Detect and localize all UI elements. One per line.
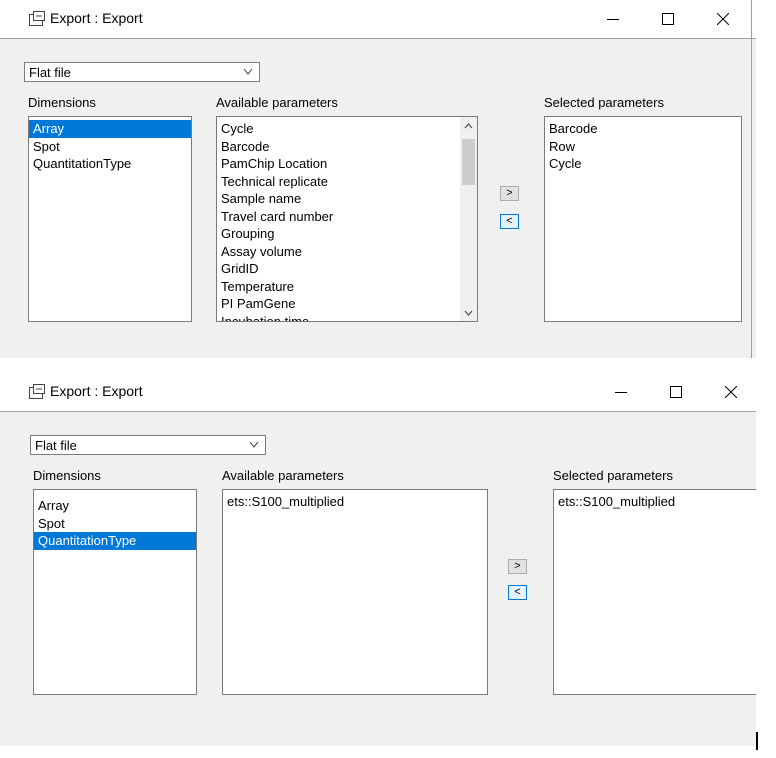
maximize-icon [662,13,674,25]
text-cursor [756,732,758,750]
close-icon [725,386,737,398]
selected-item[interactable]: Barcode [545,120,741,138]
available-item[interactable]: Sample name [217,190,460,208]
format-value: Flat file [29,65,71,80]
selected-item[interactable]: Cycle [545,155,741,173]
available-item[interactable]: GridID [217,260,460,278]
available-item[interactable]: PI PamGene [217,295,460,313]
export-window-icon [29,384,45,399]
chevron-up-icon [464,122,473,128]
available-item[interactable]: Grouping [217,225,460,243]
dimension-item-array[interactable]: Array [29,120,191,138]
minimize-icon [615,392,627,393]
scroll-thumb[interactable] [462,139,475,185]
close-icon [717,13,729,25]
available-items: Cycle Barcode PamChip Location Technical… [217,120,460,322]
chevron-down-icon [464,310,473,316]
dimension-item-quantitationtype[interactable]: QuantitationType [34,532,196,550]
selected-parameters-list[interactable]: Barcode Row Cycle [544,116,742,322]
selected-parameters-label: Selected parameters [544,95,664,110]
close-button[interactable] [698,2,748,36]
selected-item[interactable]: ets::S100_multiplied [554,493,756,511]
add-parameter-button[interactable]: > [500,186,519,201]
dimension-item-spot[interactable]: Spot [34,515,196,533]
available-parameters-list[interactable]: ets::S100_multiplied [222,489,488,695]
window-border [751,0,752,358]
chevron-down-icon [243,68,253,75]
available-item[interactable]: ets::S100_multiplied [223,493,487,511]
scroll-down-button[interactable] [460,304,477,321]
available-item[interactable]: Technical replicate [217,173,460,191]
available-item[interactable]: Assay volume [217,243,460,261]
available-parameters-label: Available parameters [216,95,338,110]
remove-parameter-button[interactable]: < [500,214,519,229]
format-dropdown[interactable]: Flat file [30,435,266,455]
format-value: Flat file [35,438,77,453]
export-window-1: Export : Export Flat file Dimensions Ava… [0,0,756,358]
dimensions-list[interactable]: Array Spot QuantitationType [33,489,197,695]
scroll-up-button[interactable] [460,117,477,134]
available-parameters-label: Available parameters [222,468,344,483]
window-title: Export : Export [50,10,143,26]
dimension-item-array[interactable]: Array [34,497,196,515]
title-bar[interactable]: Export : Export [0,373,756,412]
available-item[interactable]: Cycle [217,120,460,138]
dimension-item-quantitationtype[interactable]: QuantitationType [29,155,191,173]
dimension-item-spot[interactable]: Spot [29,138,191,156]
available-item[interactable]: Barcode [217,138,460,156]
close-button[interactable] [706,375,756,409]
available-item[interactable]: PamChip Location [217,155,460,173]
export-window-2: Export : Export Flat file Dimensions Ava… [0,373,756,746]
available-item[interactable]: Travel card number [217,208,460,226]
format-dropdown[interactable]: Flat file [24,62,260,82]
add-parameter-button[interactable]: > [508,559,527,574]
vertical-scrollbar[interactable] [460,117,477,321]
selected-parameters-label: Selected parameters [553,468,673,483]
window-title: Export : Export [50,383,143,399]
maximize-button[interactable] [651,375,701,409]
export-window-icon [29,11,45,26]
maximize-icon [670,386,682,398]
chevron-down-icon [249,441,259,448]
minimize-icon [607,19,619,20]
available-item[interactable]: Incubation time [217,313,460,322]
selected-parameters-list[interactable]: ets::S100_multiplied [553,489,756,695]
dimensions-list[interactable]: Array Spot QuantitationType [28,116,192,322]
available-item[interactable]: Temperature [217,278,460,296]
minimize-button[interactable] [588,2,638,36]
available-parameters-list[interactable]: Cycle Barcode PamChip Location Technical… [216,116,478,322]
dimensions-label: Dimensions [28,95,96,110]
minimize-button[interactable] [596,375,646,409]
maximize-button[interactable] [643,2,693,36]
selected-item[interactable]: Row [545,138,741,156]
dimensions-label: Dimensions [33,468,101,483]
title-bar[interactable]: Export : Export [0,0,756,39]
remove-parameter-button[interactable]: < [508,585,527,600]
